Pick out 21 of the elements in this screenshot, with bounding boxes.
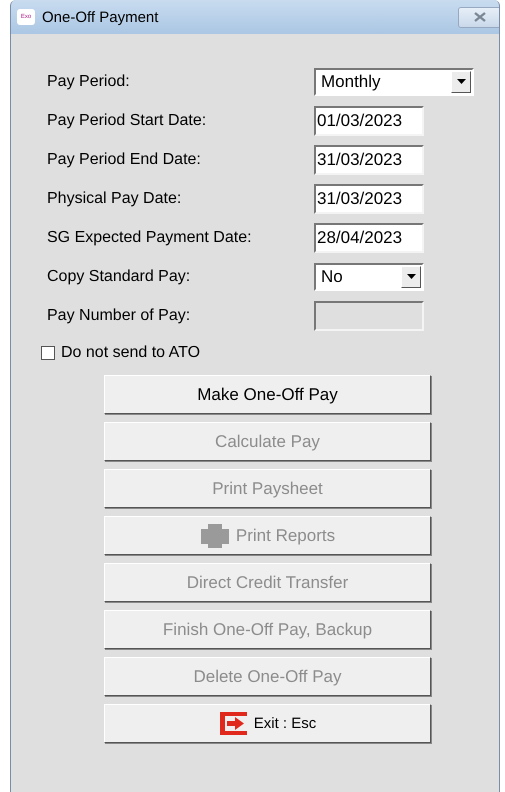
close-button[interactable] xyxy=(458,6,499,28)
dropdown[interactable]: No xyxy=(314,262,424,290)
exit-icon xyxy=(218,711,248,736)
dropdown[interactable]: Monthly xyxy=(314,68,474,96)
input-field[interactable]: 31/03/2023 xyxy=(314,144,424,174)
field-label: SG Expected Payment Date: xyxy=(47,228,253,246)
window-title: One-Off Payment xyxy=(42,8,160,26)
checkbox[interactable] xyxy=(41,346,55,360)
input-field[interactable]: 01/03/2023 xyxy=(314,106,424,136)
field-label: Copy Standard Pay: xyxy=(47,268,192,286)
action-button[interactable]: Exit : Esc xyxy=(104,704,431,743)
close-icon xyxy=(472,12,486,22)
field-label: Pay Period Start Date: xyxy=(47,112,208,130)
field-label: Physical Pay Date: xyxy=(47,190,182,208)
field-label: Pay Period: xyxy=(47,72,131,90)
input-field[interactable]: 31/03/2023 xyxy=(314,184,424,214)
field-label: Pay Number of Pay: xyxy=(47,306,192,324)
input-field[interactable]: 28/04/2023 xyxy=(314,222,424,252)
action-button[interactable]: Make One-Off Pay xyxy=(104,375,431,414)
field-label: Pay Period End Date: xyxy=(47,150,202,168)
checkbox-label: Do not send to ATO xyxy=(61,344,200,362)
